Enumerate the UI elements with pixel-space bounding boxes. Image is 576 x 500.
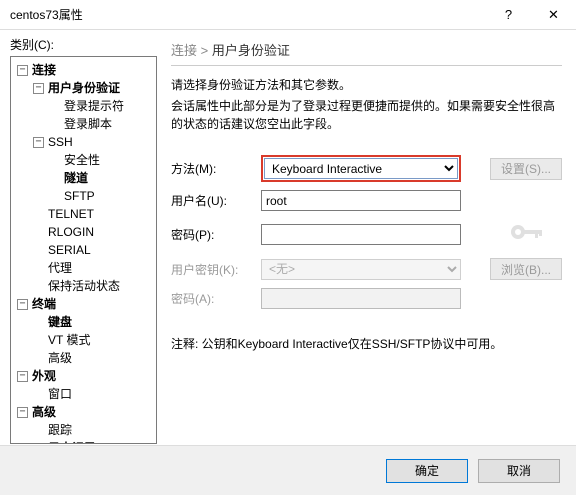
tree-item-security[interactable]: 安全性 <box>64 151 100 169</box>
tree-item-window[interactable]: 窗口 <box>48 385 72 403</box>
category-label: 类别(C): <box>10 36 157 53</box>
ok-button[interactable]: 确定 <box>386 459 468 483</box>
tree-item-sftp[interactable]: SFTP <box>64 187 95 205</box>
password-input[interactable] <box>261 224 461 245</box>
description-line2: 会话属性中此部分是为了登录过程更便捷而提供的。如果需要安全性很高的状态的话建议您… <box>171 97 562 133</box>
tree-item-ssh[interactable]: SSH <box>48 133 73 151</box>
tree-item-connection[interactable]: 连接 <box>32 61 56 79</box>
note-text: 注释: 公钥和Keyboard Interactive仅在SSH/SFTP协议中… <box>171 335 562 352</box>
tree-item-rlogin[interactable]: RLOGIN <box>48 223 94 241</box>
username-input[interactable] <box>261 190 461 211</box>
close-button[interactable]: ✕ <box>531 0 576 30</box>
tree-item-trace[interactable]: 跟踪 <box>48 421 72 439</box>
breadcrumb-sep: > <box>201 43 209 58</box>
username-label: 用户名(U): <box>171 192 261 209</box>
password-label: 密码(P): <box>171 226 261 243</box>
tree-item-advanced-term[interactable]: 高级 <box>48 349 72 367</box>
divider <box>171 65 562 66</box>
tree-item-tunnel[interactable]: 隧道 <box>64 169 88 187</box>
breadcrumb-current: 用户身份验证 <box>212 43 290 58</box>
dialog-footer: 确定 取消 <box>0 445 576 495</box>
tree-item-proxy[interactable]: 代理 <box>48 259 72 277</box>
category-tree[interactable]: −连接 −用户身份验证 登录提示符 登录脚本 −SSH 安全性 隧道 <box>10 56 157 444</box>
breadcrumb-root: 连接 <box>171 43 197 58</box>
minus-icon[interactable]: − <box>17 65 28 76</box>
tree-item-logging[interactable]: 日志记录 <box>48 439 96 444</box>
tree-item-advanced[interactable]: 高级 <box>32 403 56 421</box>
content-pane: 连接 > 用户身份验证 请选择身份验证方法和其它参数。 会话属性中此部分是为了登… <box>165 30 576 445</box>
tree-item-auth[interactable]: 用户身份验证 <box>48 79 120 97</box>
lock-key-icon <box>490 219 562 250</box>
minus-icon[interactable]: − <box>33 137 44 148</box>
method-highlight: Keyboard Interactive <box>261 155 461 182</box>
tree-item-vtmode[interactable]: VT 模式 <box>48 331 90 349</box>
cancel-button[interactable]: 取消 <box>478 459 560 483</box>
tree-item-terminal[interactable]: 终端 <box>32 295 56 313</box>
tree-item-appearance[interactable]: 外观 <box>32 367 56 385</box>
tree-item-loginscript[interactable]: 登录脚本 <box>64 115 112 133</box>
minus-icon[interactable]: − <box>17 407 28 418</box>
method-label: 方法(M): <box>171 160 261 177</box>
userkey-label: 用户密钥(K): <box>171 261 261 278</box>
help-button[interactable]: ? <box>486 0 531 30</box>
tree-item-serial[interactable]: SERIAL <box>48 241 91 259</box>
titlebar: centos73属性 ? ✕ <box>0 0 576 30</box>
userkey-select: <无> <box>261 259 461 280</box>
passphrase-input <box>261 288 461 309</box>
minus-icon[interactable]: − <box>17 371 28 382</box>
sidebar: 类别(C): −连接 −用户身份验证 登录提示符 登录脚本 −SSH 安全性 <box>0 30 165 445</box>
passphrase-label: 密码(A): <box>171 290 261 307</box>
tree-item-keepalive[interactable]: 保持活动状态 <box>48 277 120 295</box>
minus-icon[interactable]: − <box>33 83 44 94</box>
browse-button: 浏览(B)... <box>490 258 562 280</box>
breadcrumb: 连接 > 用户身份验证 <box>171 40 562 59</box>
settings-button[interactable]: 设置(S)... <box>490 158 562 180</box>
window-title: centos73属性 <box>10 6 486 23</box>
tree-item-telnet[interactable]: TELNET <box>48 205 94 223</box>
tree-item-keyboard[interactable]: 键盘 <box>48 313 72 331</box>
tree-item-loginprompt[interactable]: 登录提示符 <box>64 97 124 115</box>
minus-icon[interactable]: − <box>17 299 28 310</box>
description-line1: 请选择身份验证方法和其它参数。 <box>171 76 562 93</box>
method-select[interactable]: Keyboard Interactive <box>264 158 458 179</box>
